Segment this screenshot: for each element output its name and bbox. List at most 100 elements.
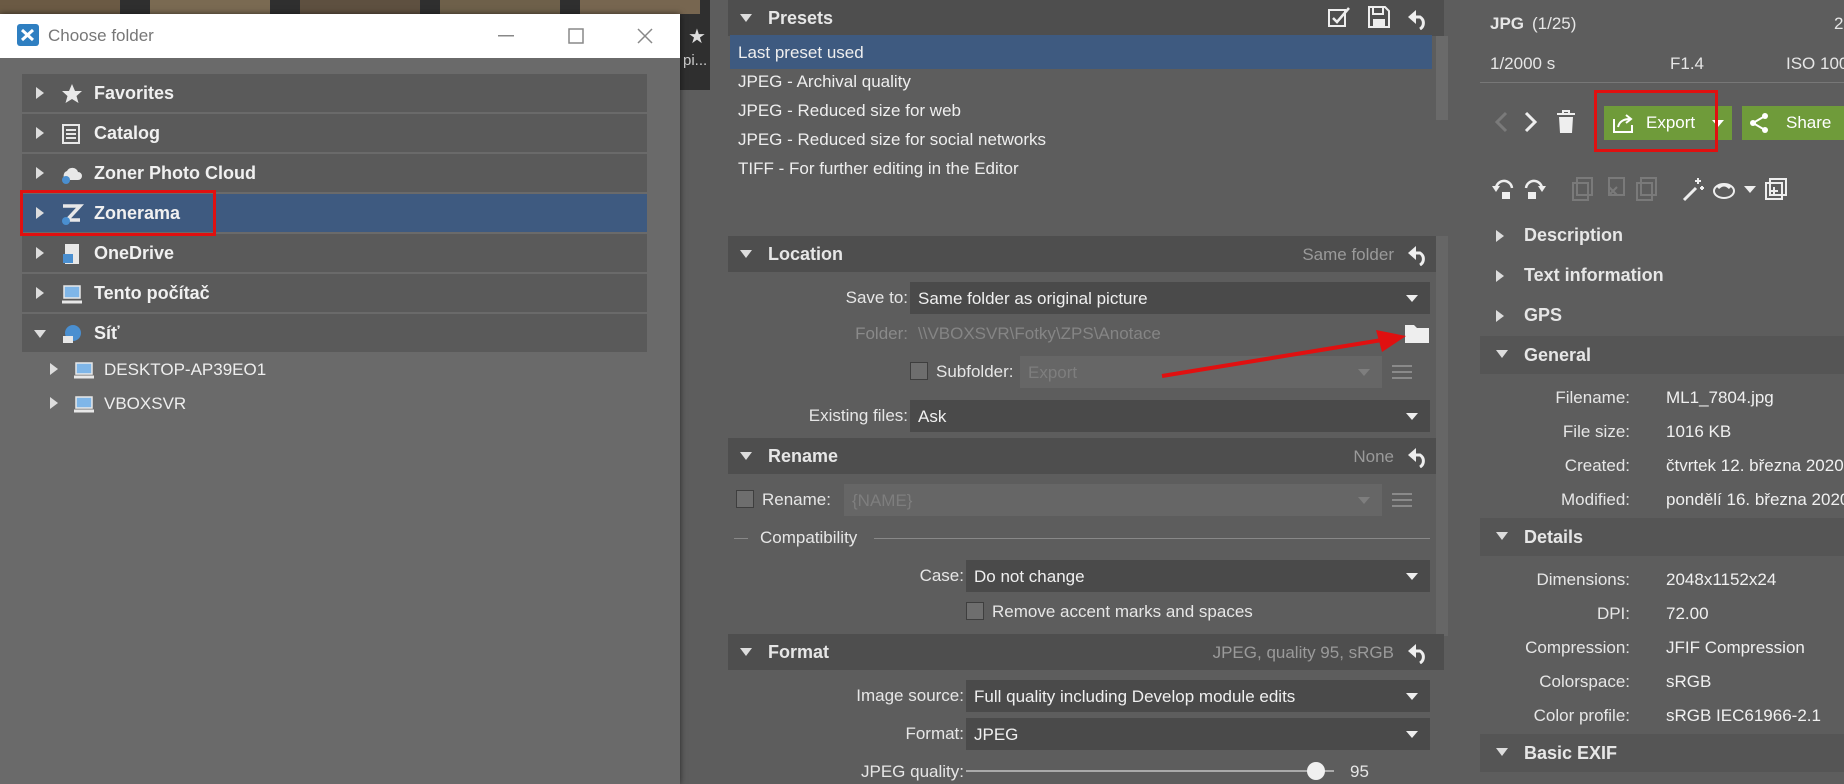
preset-item[interactable]: TIFF - For further editing in the Editor (730, 151, 1430, 185)
add-copy-icon[interactable] (1572, 177, 1594, 201)
thumbnail[interactable] (150, 0, 270, 14)
expand-arrow-icon[interactable] (36, 127, 44, 139)
expand-arrow-icon[interactable] (50, 397, 58, 409)
expand-arrow-icon[interactable] (36, 287, 44, 299)
tree-item-this-computer[interactable]: Tento počítač (22, 274, 647, 312)
collapse-arrow-icon[interactable] (1496, 350, 1508, 358)
case-dropdown[interactable]: Do not change (966, 560, 1430, 592)
dropdown-caret-icon[interactable] (1744, 186, 1756, 193)
trash-icon[interactable] (1556, 110, 1576, 134)
section-title: Description (1524, 225, 1624, 245)
divider (734, 538, 748, 539)
collapse-arrow-icon[interactable] (1496, 748, 1508, 756)
existing-files-dropdown[interactable]: Ask (910, 400, 1430, 432)
dialog-titlebar: Choose folder (0, 14, 680, 58)
aperture: F1.4 (1670, 54, 1705, 73)
collapse-arrow-icon[interactable] (1496, 532, 1508, 540)
rename-pattern-dropdown[interactable]: {NAME} (844, 484, 1382, 516)
info-row: DPI: 72.00 (1480, 596, 1844, 630)
rotate-left-icon[interactable] (1492, 178, 1516, 200)
section-title: Text information (1524, 265, 1664, 285)
thumbnail[interactable] (0, 0, 120, 14)
section-general[interactable]: General (1480, 336, 1844, 374)
copy-number-icon[interactable] (1636, 177, 1658, 201)
menu-icon[interactable] (1392, 492, 1412, 508)
remove-accents-checkbox[interactable] (966, 602, 984, 620)
manage-presets-icon[interactable] (1326, 4, 1352, 30)
jpeg-quality-slider[interactable] (966, 762, 1334, 780)
add-to-album-icon[interactable] (1764, 177, 1788, 201)
collapse-arrow-icon[interactable] (34, 330, 46, 338)
rename-header[interactable]: Rename None (728, 438, 1444, 474)
expand-arrow-icon[interactable] (1496, 230, 1504, 242)
expand-arrow-icon[interactable] (1496, 270, 1504, 282)
presets-header[interactable]: Presets (728, 0, 1444, 36)
close-button[interactable] (610, 14, 680, 58)
subfolder-checkbox[interactable] (910, 362, 928, 380)
remove-copy-icon[interactable] (1604, 177, 1626, 201)
magic-wand-icon[interactable] (1680, 176, 1706, 202)
thumbnail-caption: pi... (683, 52, 708, 69)
collapse-arrow-icon[interactable] (740, 648, 752, 656)
info-row: Colorspace: sRGB (1480, 664, 1844, 698)
dialog-title: Choose folder (48, 26, 154, 45)
share-label: Share (1786, 113, 1832, 132)
format-header[interactable]: Format JPEG, quality 95, sRGB (728, 634, 1444, 670)
rename-checkbox[interactable] (736, 490, 754, 508)
location-header[interactable]: Location Same folder (728, 236, 1444, 272)
iso: ISO 100 (1786, 54, 1844, 73)
save-to-dropdown[interactable]: Same folder as original picture (910, 282, 1430, 314)
info-value: pondělí 16. března 2020 (1666, 490, 1844, 509)
existing-files-label: Existing files: (808, 406, 908, 425)
expand-arrow-icon[interactable] (36, 247, 44, 259)
thumbnail[interactable] (440, 0, 560, 14)
image-source-dropdown[interactable]: Full quality including Develop module ed… (966, 680, 1430, 712)
expand-arrow-icon[interactable] (36, 167, 44, 179)
reset-icon[interactable] (1406, 446, 1430, 468)
share-button[interactable]: Share (1742, 106, 1844, 140)
info-key: Compression: (1525, 638, 1630, 657)
slider-thumb[interactable] (1306, 762, 1325, 780)
next-icon[interactable] (1524, 111, 1538, 133)
close-icon (637, 28, 653, 44)
section-title: Presets (768, 8, 834, 28)
tree-item-desktop-ap39eo1[interactable]: DESKTOP-AP39EO1 (22, 352, 647, 386)
tree-item-catalog[interactable]: Catalog (22, 114, 647, 152)
minimize-button[interactable] (470, 14, 540, 58)
thumbnail[interactable] (580, 0, 700, 14)
reset-icon[interactable] (1406, 642, 1430, 664)
tree-item-zoner-photo-cloud[interactable]: Zoner Photo Cloud (22, 154, 647, 192)
image-source-label: Image source: (856, 686, 964, 705)
section-title: GPS (1524, 305, 1563, 325)
section-gps[interactable]: GPS (1480, 296, 1844, 334)
rating-star-icon: ★ (688, 26, 706, 48)
collapse-arrow-icon[interactable] (740, 14, 752, 22)
thumbnail[interactable] (300, 0, 420, 14)
collapse-arrow-icon[interactable] (740, 250, 752, 258)
format-dropdown[interactable]: JPEG (966, 718, 1430, 750)
tree-item-vboxsvr[interactable]: VBOXSVR (22, 386, 647, 420)
rotate-right-icon[interactable] (1522, 178, 1546, 200)
info-key: Filename: (1555, 388, 1630, 407)
section-basic-exif[interactable]: Basic EXIF (1480, 734, 1844, 772)
tree-item-network[interactable]: Síť (22, 314, 647, 352)
collapse-arrow-icon[interactable] (740, 452, 752, 460)
expand-arrow-icon[interactable] (36, 87, 44, 99)
section-text-information[interactable]: Text information (1480, 256, 1844, 294)
maximize-button[interactable] (540, 14, 610, 58)
save-preset-icon[interactable] (1366, 4, 1392, 30)
expand-arrow-icon[interactable] (50, 363, 58, 375)
reset-icon[interactable] (1406, 244, 1430, 266)
case-label: Case: (919, 566, 964, 585)
reset-icon[interactable] (1406, 8, 1430, 30)
tree-item-onedrive[interactable]: OneDrive (22, 234, 647, 272)
rename-label: Rename: (762, 490, 831, 509)
tree-item-favorites[interactable]: Favorites (22, 74, 647, 112)
settings-scrollbar[interactable] (1436, 236, 1448, 636)
previous-icon[interactable] (1494, 111, 1508, 133)
section-details[interactable]: Details (1480, 518, 1844, 556)
section-description[interactable]: Description (1480, 216, 1844, 254)
layers-icon[interactable] (1712, 178, 1740, 200)
presets-scrollbar[interactable] (1436, 36, 1448, 120)
expand-arrow-icon[interactable] (1496, 310, 1504, 322)
